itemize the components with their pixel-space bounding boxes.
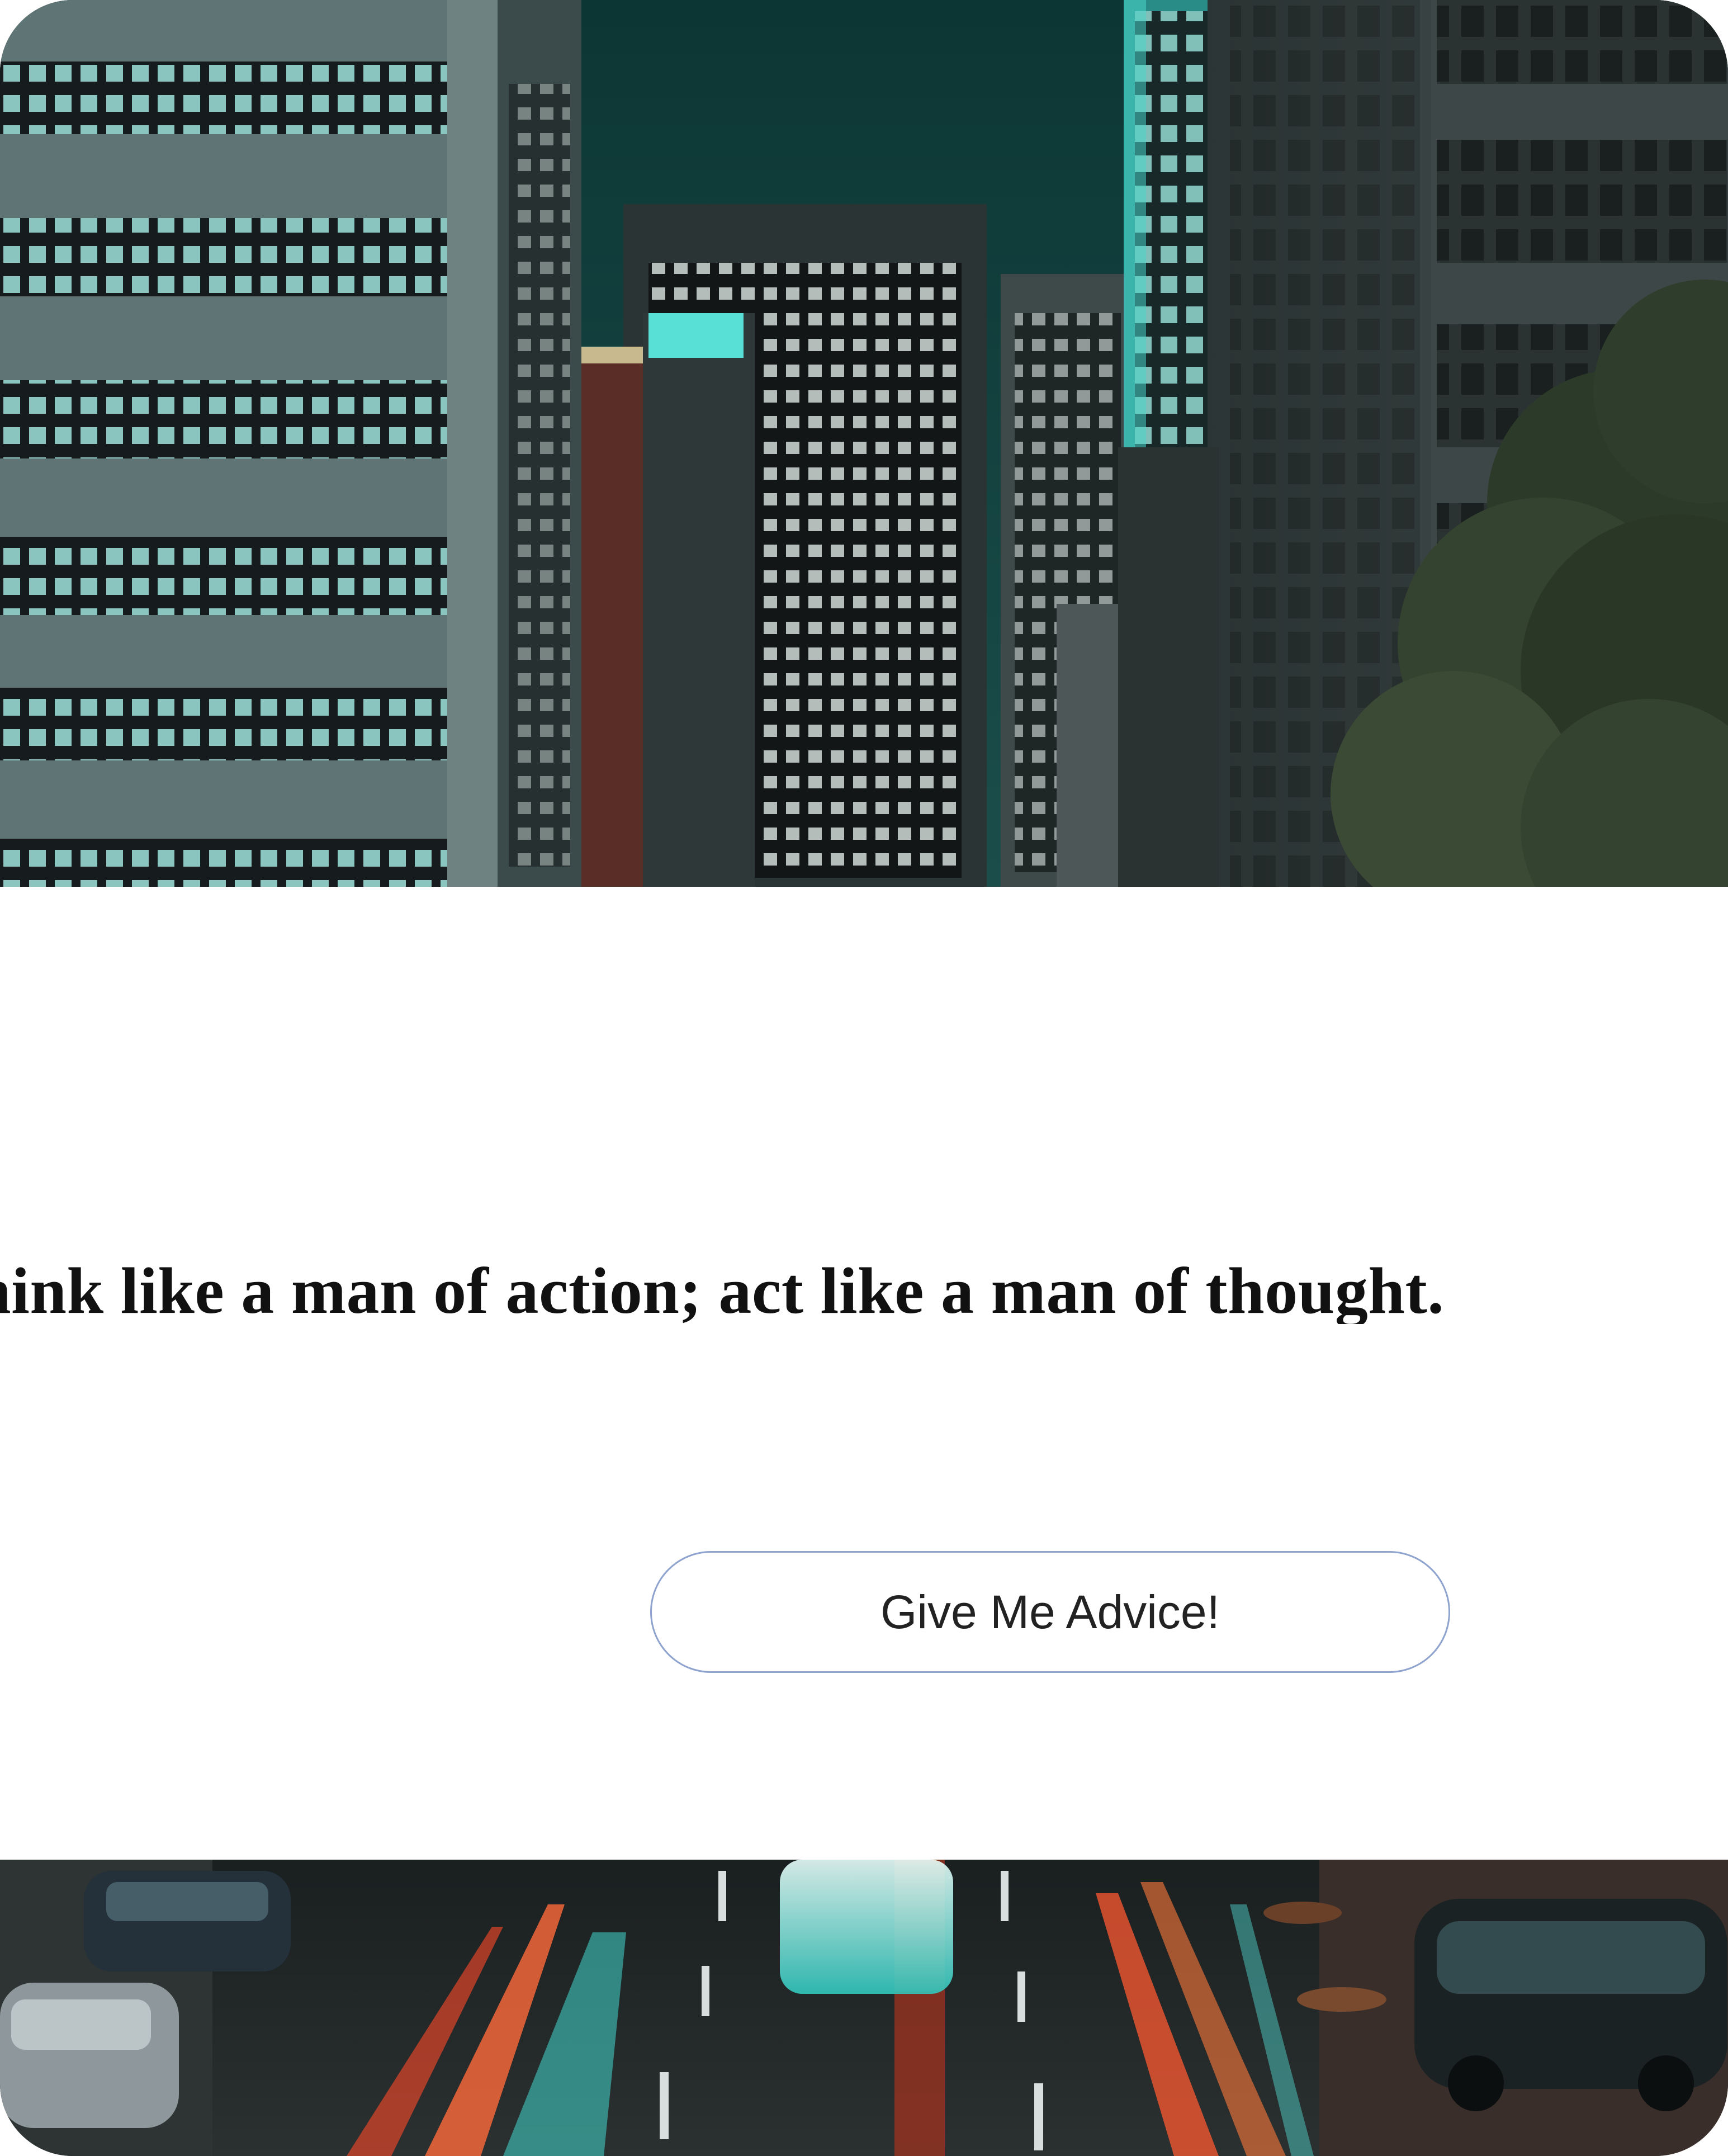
city-skyline-illustration <box>0 0 1728 887</box>
parked-car-right <box>1414 1899 1727 2111</box>
city-skyline-image <box>0 0 1728 887</box>
traffic-street-image <box>0 1860 1728 2156</box>
quote-card <box>0 887 1728 1860</box>
page-frame: hink like a man of action; act like a ma… <box>0 0 1728 2156</box>
advice-quote: hink like a man of action; act like a ma… <box>0 1258 1445 1324</box>
give-me-advice-button[interactable]: Give Me Advice! <box>650 1551 1450 1673</box>
traffic-illustration <box>0 1860 1728 2156</box>
